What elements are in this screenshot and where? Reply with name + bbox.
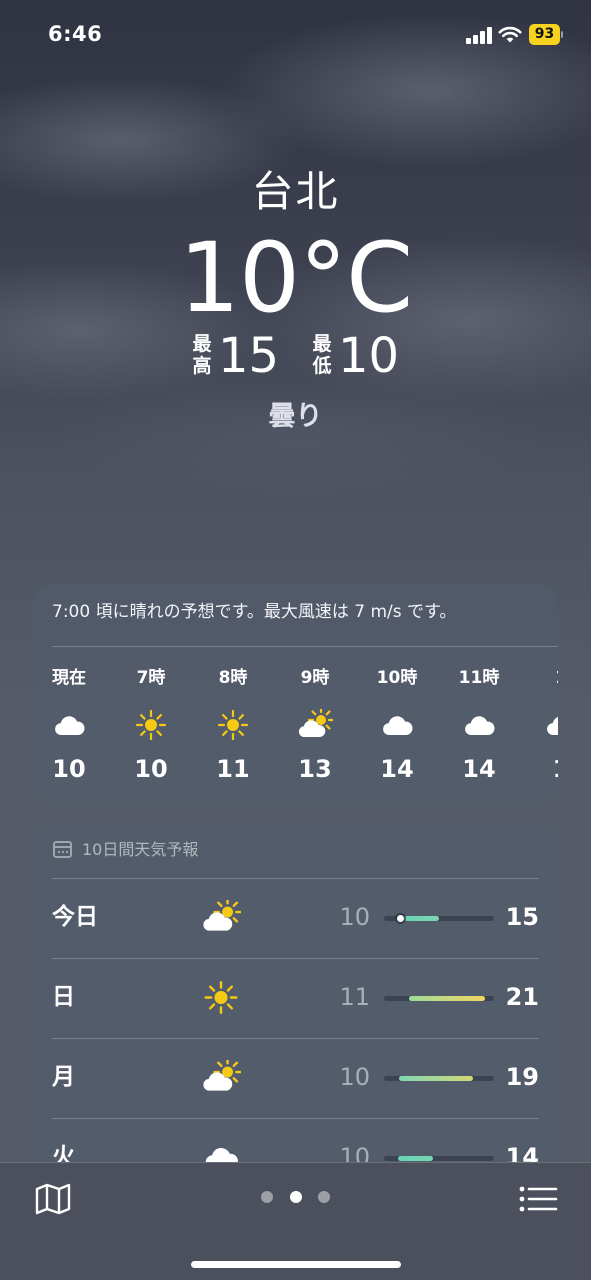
temperature-range-bar bbox=[384, 915, 494, 922]
hourly-item: 10時 14 bbox=[357, 667, 437, 783]
sun-icon bbox=[201, 980, 241, 1015]
hour-temperature: 13 bbox=[298, 755, 332, 783]
hourly-summary: 7:00 頃に晴れの予想です。最大風速は 7 m/s です。 bbox=[52, 602, 457, 622]
day-low-temperature: 11 bbox=[339, 983, 370, 1011]
city-name: 台北 bbox=[251, 167, 340, 216]
hourly-item: 9時 13 bbox=[275, 667, 355, 783]
daily-forecast-card[interactable]: 10日間天気予報 今日 10 15 日 11 21 月 10 19 火 10 14 bbox=[33, 822, 558, 1182]
hourly-forecast-card[interactable]: 7:00 頃に晴れの予想です。最大風速は 7 m/s です。 現在 10 7時 10 8… bbox=[33, 583, 558, 804]
low-label: 最低 bbox=[312, 333, 332, 377]
cloud-icon bbox=[543, 709, 558, 739]
day-name: 日 bbox=[52, 984, 75, 1010]
temperature-range-fill bbox=[409, 996, 486, 1001]
cloud-icon bbox=[461, 709, 497, 739]
hour-temperature: 10 bbox=[134, 755, 168, 783]
day-high-temperature: 21 bbox=[505, 983, 539, 1011]
current-weather: 台北 10°C 最高 15 最低 10 曇り bbox=[0, 160, 591, 432]
partly-cloudy-icon bbox=[201, 1057, 242, 1094]
divider bbox=[52, 958, 539, 959]
temperature-range-bar bbox=[384, 1076, 494, 1081]
status-bar: 6:46 93 bbox=[0, 0, 591, 70]
day-high-temperature: 15 bbox=[505, 903, 539, 931]
temperature-range-bar bbox=[384, 1156, 494, 1161]
battery-icon: 93 bbox=[529, 24, 563, 45]
cloud-icon bbox=[51, 709, 87, 739]
partly-cloudy-icon bbox=[201, 897, 242, 934]
low-value: 10 bbox=[338, 328, 400, 384]
hourly-item: 11時 14 bbox=[439, 667, 519, 783]
daily-forecast-row[interactable]: 日 11 21 bbox=[33, 958, 558, 1038]
page-dot[interactable] bbox=[261, 1191, 273, 1203]
battery-level: 93 bbox=[529, 24, 560, 45]
hour-temperature: 10 bbox=[52, 755, 86, 783]
hour-temperature: 14 bbox=[462, 755, 496, 783]
daily-forecast-row[interactable]: 月 10 19 bbox=[33, 1038, 558, 1118]
home-indicator[interactable] bbox=[191, 1261, 401, 1268]
page-dot[interactable] bbox=[318, 1191, 330, 1203]
partly-cloudy-icon bbox=[297, 706, 335, 739]
cloud-icon bbox=[379, 709, 415, 739]
hourly-item: 7時 10 bbox=[111, 667, 191, 783]
day-low-temperature: 10 bbox=[339, 903, 370, 931]
map-icon[interactable] bbox=[34, 1182, 72, 1216]
weather-condition: 曇り bbox=[268, 401, 323, 432]
hour-temperature: 1 bbox=[521, 755, 558, 783]
current-temp-marker bbox=[397, 915, 404, 922]
cellular-signal-icon bbox=[466, 27, 492, 44]
high-low-temperatures: 最高 15 最低 10 bbox=[0, 328, 591, 388]
calendar-icon bbox=[53, 841, 72, 858]
divider bbox=[52, 1038, 539, 1039]
sun-icon bbox=[133, 709, 169, 741]
hourly-item: 11 bbox=[521, 667, 558, 783]
bottom-toolbar bbox=[0, 1162, 591, 1280]
page-dot-active[interactable] bbox=[290, 1191, 302, 1203]
status-time: 6:46 bbox=[48, 22, 103, 46]
divider bbox=[52, 646, 558, 647]
day-low-temperature: 10 bbox=[339, 1063, 370, 1091]
hour-label: 1 bbox=[521, 667, 558, 689]
current-temperature: 10°C bbox=[178, 222, 413, 334]
high-value: 15 bbox=[218, 328, 280, 384]
daily-forecast-title: 10日間天気予報 bbox=[82, 840, 199, 859]
hour-label: 8時 bbox=[218, 668, 248, 688]
high-label: 最高 bbox=[192, 333, 212, 377]
day-name: 月 bbox=[52, 1064, 75, 1090]
hourly-item: 8時 11 bbox=[193, 667, 273, 783]
page-indicator[interactable] bbox=[255, 1191, 337, 1205]
daily-forecast-row[interactable]: 今日 10 15 bbox=[33, 878, 558, 958]
hour-temperature: 14 bbox=[380, 755, 414, 783]
temperature-range-fill bbox=[403, 916, 439, 921]
hourly-item: 現在 10 bbox=[33, 667, 109, 783]
hour-label: 7時 bbox=[136, 668, 166, 688]
list-icon[interactable] bbox=[518, 1185, 558, 1213]
divider bbox=[52, 878, 539, 879]
day-name: 今日 bbox=[52, 904, 98, 930]
divider bbox=[52, 1118, 539, 1119]
temperature-range-fill bbox=[399, 1076, 474, 1081]
temperature-range-bar bbox=[384, 996, 494, 1001]
hour-label: 9時 bbox=[300, 668, 330, 688]
day-high-temperature: 19 bbox=[505, 1063, 539, 1091]
sun-icon bbox=[215, 709, 251, 741]
temperature-range-fill bbox=[398, 1156, 434, 1161]
wifi-icon bbox=[498, 26, 522, 43]
hour-label: 11時 bbox=[458, 668, 500, 688]
hour-temperature: 11 bbox=[216, 755, 250, 783]
hour-label: 10時 bbox=[376, 668, 418, 688]
hour-label: 現在 bbox=[52, 668, 86, 688]
